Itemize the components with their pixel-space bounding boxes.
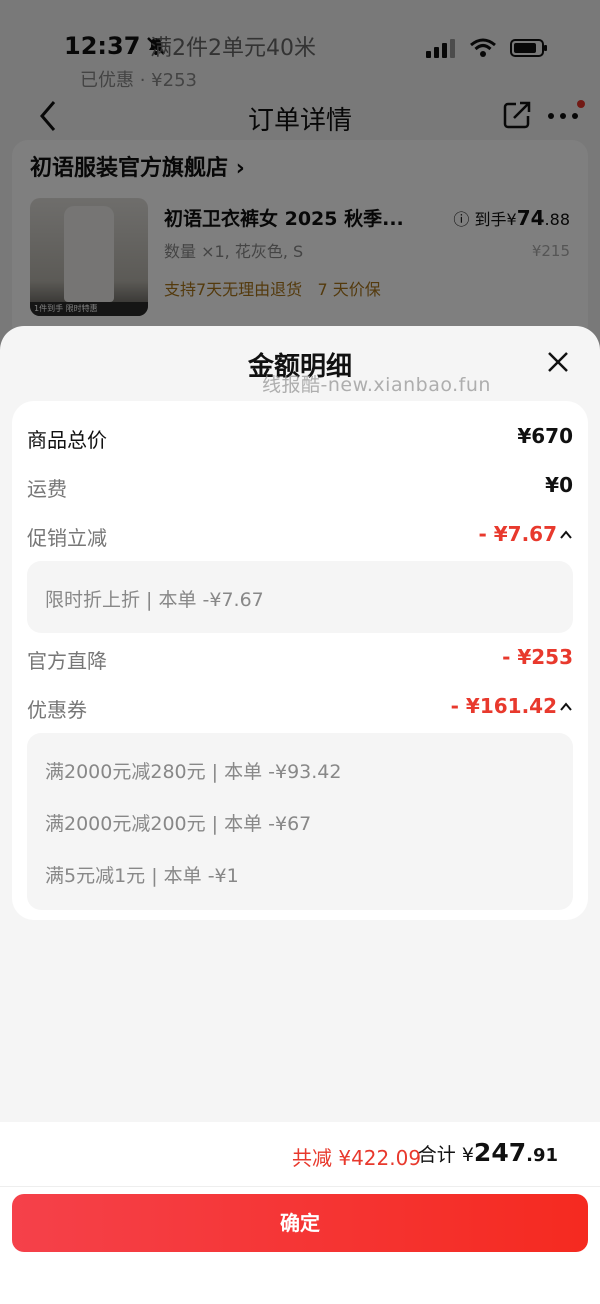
watermark: 线报酷-new.xianbao.fun xyxy=(262,374,491,396)
coupon-detail-line: 满5元减1元 | 本单 -¥1 xyxy=(45,865,239,887)
row-promo[interactable]: 促销立减 - ¥7.67 xyxy=(27,522,573,552)
row-total-goods: 商品总价 ¥670 xyxy=(27,424,573,454)
total-currency: ¥ xyxy=(461,1144,474,1166)
coupon-detail-box: 满2000元减280元 | 本单 -¥93.42 满2000元减200元 | 本… xyxy=(27,733,573,910)
footer-bar: 共减 ¥422.09 合计 ¥247.91 确定 xyxy=(0,1122,600,1304)
total-amount: 合计 ¥247.91 xyxy=(418,1138,558,1167)
total-goods-value: ¥670 xyxy=(517,424,573,448)
total-label: 合计 xyxy=(417,1144,456,1166)
coupon-value: - ¥161.42 xyxy=(450,694,557,718)
coupon-detail-line: 满2000元减200元 | 本单 -¥67 xyxy=(45,813,312,835)
confirm-button[interactable]: 确定 xyxy=(12,1194,588,1252)
promo-detail-box: 限时折上折 | 本单 -¥7.67 xyxy=(27,561,573,633)
total-goods-label: 商品总价 xyxy=(27,428,107,452)
row-coupon[interactable]: 优惠券 - ¥161.42 xyxy=(27,694,573,724)
total-int: 247 xyxy=(473,1138,527,1167)
promo-detail-line: 限时折上折 | 本单 -¥7.67 xyxy=(45,589,264,611)
chevron-up-icon[interactable] xyxy=(559,528,573,542)
close-icon[interactable] xyxy=(542,346,574,378)
total-savings: 共减 ¥422.09 xyxy=(292,1146,422,1170)
row-official-discount: 官方直降 - ¥253 xyxy=(27,645,573,675)
official-value: - ¥253 xyxy=(502,645,573,669)
chevron-up-icon[interactable] xyxy=(559,700,573,714)
amount-detail-card: 商品总价 ¥670 运费 ¥0 促销立减 - ¥7.67 限时折上折 | 本单 … xyxy=(12,401,588,920)
total-dec: .91 xyxy=(526,1145,558,1166)
official-label: 官方直降 xyxy=(27,649,107,673)
coupon-label: 优惠券 xyxy=(27,698,87,722)
promo-value: - ¥7.67 xyxy=(478,522,557,546)
footer-divider xyxy=(0,1186,600,1187)
promo-label: 促销立减 xyxy=(27,526,107,550)
row-shipping: 运费 ¥0 xyxy=(27,473,573,503)
shipping-value: ¥0 xyxy=(545,473,573,497)
coupon-detail-line: 满2000元减280元 | 本单 -¥93.42 xyxy=(45,761,342,783)
shipping-label: 运费 xyxy=(27,477,67,501)
